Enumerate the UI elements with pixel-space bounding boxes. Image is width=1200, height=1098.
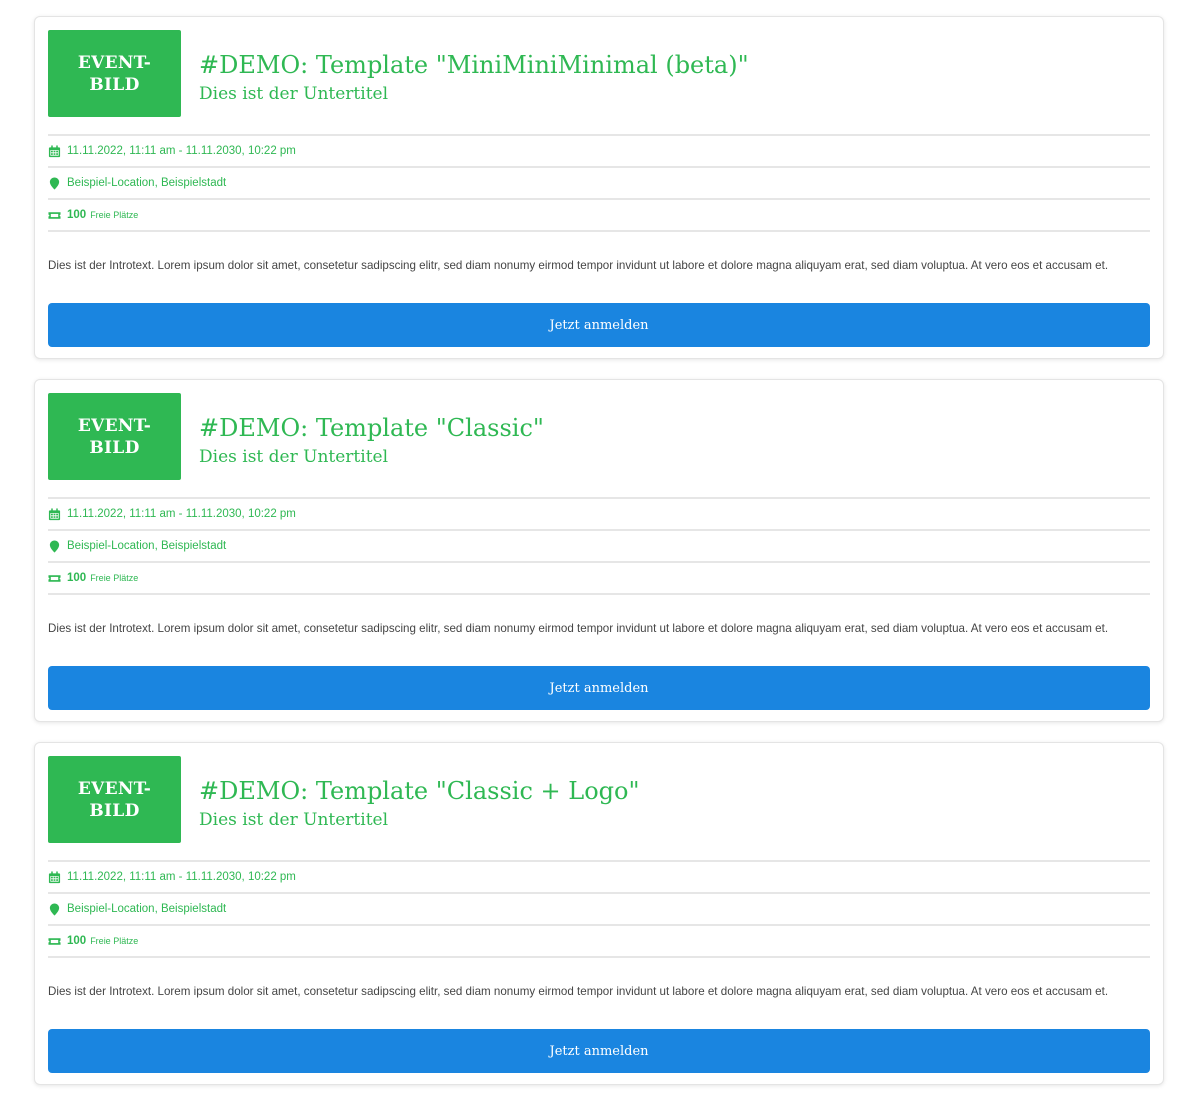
event-intro: Dies ist der Introtext. Lorem ipsum dolo… (48, 985, 1109, 998)
event-intro: Dies ist der Introtext. Lorem ipsum dolo… (48, 259, 1109, 272)
event-image-label: EVENT- BILD (77, 778, 152, 821)
event-card: EVENT- BILD #DEMO: Template "Classic + L… (34, 742, 1164, 1085)
event-intro: Dies ist der Introtext. Lorem ipsum dolo… (48, 622, 1109, 635)
event-location: Beispiel-Location, Beispielstadt (67, 540, 227, 552)
event-image[interactable]: EVENT- BILD (48, 393, 181, 480)
ticket-icon (48, 574, 61, 582)
calendar-icon (48, 507, 61, 520)
event-title[interactable]: #DEMO: Template "Classic" (199, 413, 544, 443)
event-image[interactable]: EVENT- BILD (48, 756, 181, 843)
register-button[interactable]: Jetzt anmelden (48, 666, 1150, 710)
map-pin-icon (49, 539, 60, 553)
event-card: EVENT- BILD #DEMO: Template "MiniMiniMin… (34, 16, 1164, 359)
calendar-icon (48, 870, 61, 883)
event-location-row: Beispiel-Location, Beispielstadt (48, 168, 1150, 200)
event-list: EVENT- BILD #DEMO: Template "MiniMiniMin… (0, 0, 1200, 1098)
event-date-row: 11.11.2022, 11:11 am - 11.11.2030, 10:22… (48, 862, 1150, 894)
map-pin-icon (49, 176, 60, 190)
event-date: 11.11.2022, 11:11 am - 11.11.2030, 10:22… (67, 145, 296, 157)
event-title[interactable]: #DEMO: Template "MiniMiniMinimal (beta)" (199, 50, 749, 80)
event-date: 11.11.2022, 11:11 am - 11.11.2030, 10:22… (67, 508, 296, 520)
event-date-row: 11.11.2022, 11:11 am - 11.11.2030, 10:22… (48, 499, 1150, 531)
event-date-row: 11.11.2022, 11:11 am - 11.11.2030, 10:22… (48, 136, 1150, 168)
event-meta: 11.11.2022, 11:11 am - 11.11.2030, 10:22… (48, 134, 1150, 232)
map-pin-icon (49, 902, 60, 916)
event-subtitle: Dies ist der Untertitel (199, 84, 389, 104)
ticket-icon (48, 937, 61, 945)
ticket-icon (48, 211, 61, 219)
event-header: EVENT- BILD #DEMO: Template "Classic + L… (48, 756, 1150, 844)
seats-count: 100 (67, 935, 87, 947)
event-meta: 11.11.2022, 11:11 am - 11.11.2030, 10:22… (48, 860, 1150, 958)
register-button[interactable]: Jetzt anmelden (48, 303, 1150, 347)
event-image-label: EVENT- BILD (77, 52, 152, 95)
seats-label: Freie Plätze (90, 936, 139, 946)
event-meta: 11.11.2022, 11:11 am - 11.11.2030, 10:22… (48, 497, 1150, 595)
calendar-icon (48, 144, 61, 157)
event-card: EVENT- BILD #DEMO: Template "Classic" Di… (34, 379, 1164, 722)
event-seats-row: 100 Freie Plätze (48, 200, 1150, 232)
seats-label: Freie Plätze (90, 210, 139, 220)
event-date: 11.11.2022, 11:11 am - 11.11.2030, 10:22… (67, 871, 296, 883)
event-seats-row: 100 Freie Plätze (48, 926, 1150, 958)
event-image-label: EVENT- BILD (77, 415, 152, 458)
seats-count: 100 (67, 572, 87, 584)
event-location: Beispiel-Location, Beispielstadt (67, 903, 227, 915)
event-subtitle: Dies ist der Untertitel (199, 810, 389, 830)
event-location-row: Beispiel-Location, Beispielstadt (48, 894, 1150, 926)
seats-label: Freie Plätze (90, 573, 139, 583)
event-subtitle: Dies ist der Untertitel (199, 447, 389, 467)
seats-count: 100 (67, 209, 87, 221)
event-header: EVENT- BILD #DEMO: Template "Classic" Di… (48, 393, 1150, 481)
event-image[interactable]: EVENT- BILD (48, 30, 181, 117)
event-location: Beispiel-Location, Beispielstadt (67, 177, 227, 189)
event-location-row: Beispiel-Location, Beispielstadt (48, 531, 1150, 563)
event-title[interactable]: #DEMO: Template "Classic + Logo" (199, 776, 640, 806)
register-button[interactable]: Jetzt anmelden (48, 1029, 1150, 1073)
event-seats-row: 100 Freie Plätze (48, 563, 1150, 595)
event-header: EVENT- BILD #DEMO: Template "MiniMiniMin… (48, 30, 1150, 118)
